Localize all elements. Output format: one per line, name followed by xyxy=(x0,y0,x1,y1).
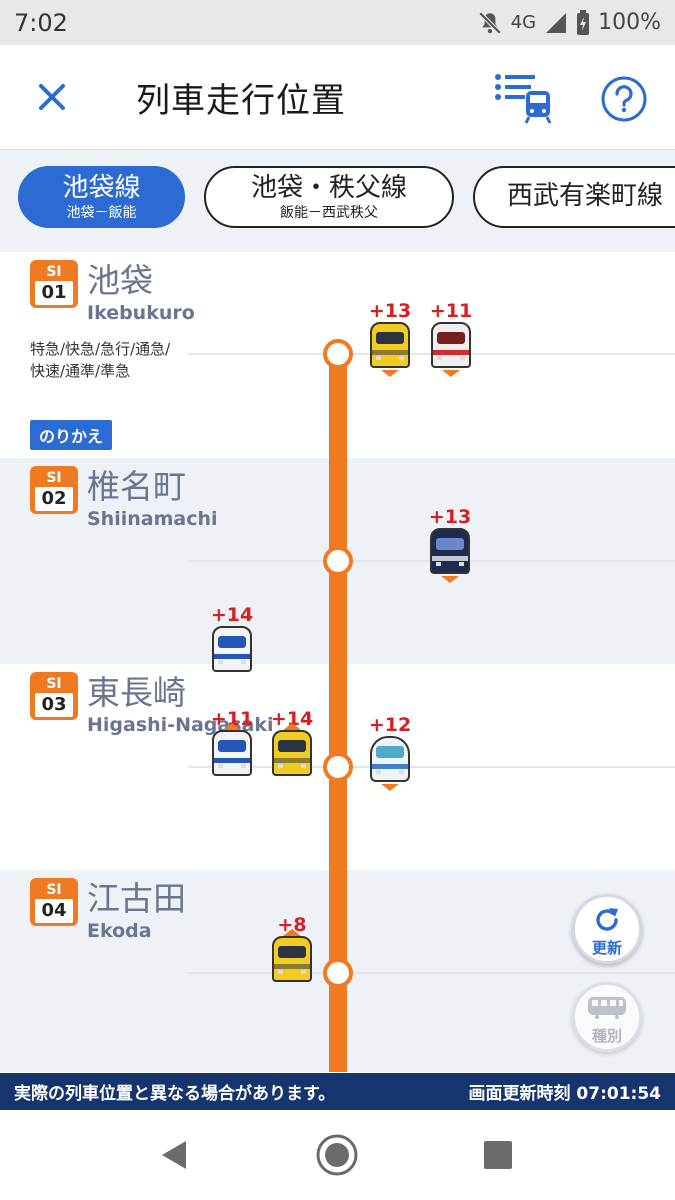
station-node xyxy=(323,546,353,576)
tab-sublabel: 飯能－西武秩父 xyxy=(280,205,378,221)
tab-label: 西武有楽町線 xyxy=(507,181,664,211)
bell-off-icon xyxy=(478,11,501,34)
status-bar: 7:02 4G 100% xyxy=(0,0,675,45)
delay-label: +14 xyxy=(210,604,254,626)
train-marker[interactable]: +8 xyxy=(270,914,314,994)
status-time: 7:02 xyxy=(14,8,68,37)
train-icon xyxy=(272,936,312,982)
battery-icon xyxy=(577,9,590,35)
train-marker[interactable]: +13 xyxy=(368,300,412,380)
train-icon xyxy=(370,322,410,368)
tab-sublabel: 池袋－飯能 xyxy=(66,205,137,221)
refresh-button[interactable]: 更新 xyxy=(572,894,642,964)
station-node xyxy=(323,752,353,782)
station-number-badge: SI 02 xyxy=(30,466,78,514)
line-code: SI xyxy=(46,882,62,898)
update-timestamp: 画面更新時刻 07:01:54 xyxy=(468,1084,662,1104)
line-code: SI xyxy=(46,264,62,280)
station-number: 02 xyxy=(35,487,73,511)
train-icon xyxy=(431,322,471,368)
network-type: 4G xyxy=(510,12,537,33)
line-tabs: 池袋線 池袋－飯能 池袋・秩父線 飯能－西武秩父 西武有楽町線 xyxy=(0,150,675,242)
direction-arrow-icon xyxy=(381,370,399,377)
signal-icon xyxy=(546,12,567,33)
station-number-badge: SI 04 xyxy=(30,878,78,926)
delay-label: +12 xyxy=(368,714,412,736)
station-number: 01 xyxy=(35,281,73,305)
train-marker[interactable]: +13 xyxy=(428,506,472,586)
train-icon xyxy=(212,730,252,776)
help-icon[interactable] xyxy=(600,75,648,123)
track-line xyxy=(188,972,675,974)
delay-label: +13 xyxy=(428,506,472,528)
station-name: 東長崎 xyxy=(87,673,186,712)
train-marker[interactable]: +11 xyxy=(210,708,254,788)
line-code: SI xyxy=(46,470,62,486)
tab-yurakucho-line[interactable]: 西武有楽町線 xyxy=(473,166,675,228)
station-name-en: Ekoda xyxy=(87,920,152,942)
train-list-icon[interactable] xyxy=(494,71,554,125)
direction-arrow-icon xyxy=(442,370,460,377)
line-code: SI xyxy=(46,676,62,692)
transfer-badge[interactable]: のりかえ xyxy=(30,420,113,450)
direction-arrow-icon xyxy=(223,723,241,730)
train-icon xyxy=(370,736,410,782)
direction-arrow-icon xyxy=(441,576,459,583)
app-header: 列車走行位置 xyxy=(0,45,675,150)
train-icon xyxy=(272,730,312,776)
train-type-button[interactable]: 種別 xyxy=(572,982,642,1052)
status-icons: 4G 100% xyxy=(477,9,661,36)
station-number-badge: SI 03 xyxy=(30,672,78,720)
system-nav-bar xyxy=(0,1110,675,1200)
station-number-badge: SI 01 xyxy=(30,260,78,308)
close-icon[interactable] xyxy=(30,75,74,119)
direction-arrow-icon xyxy=(283,723,301,730)
refresh-icon xyxy=(596,908,618,931)
tab-label: 池袋・秩父線 xyxy=(250,173,407,203)
train-icon xyxy=(430,528,470,574)
train-marker[interactable]: +14 xyxy=(210,604,254,684)
home-icon[interactable] xyxy=(315,1133,359,1177)
train-type-icon xyxy=(588,997,626,1019)
train-marker[interactable]: +14 xyxy=(270,708,314,788)
recents-icon[interactable] xyxy=(482,1139,514,1171)
station-name-en: Ikebukuro xyxy=(87,302,195,324)
direction-arrow-icon xyxy=(381,784,399,791)
station-node xyxy=(323,339,353,369)
train-type-label: 種別 xyxy=(591,1027,622,1045)
delay-label: +11 xyxy=(429,300,473,322)
tab-ikebukuro-line[interactable]: 池袋線 池袋－飯能 xyxy=(18,166,185,228)
train-marker[interactable]: +12 xyxy=(368,714,412,794)
disclaimer-text: 実際の列車位置と異なる場合があります。 xyxy=(14,1084,336,1104)
tab-label: 池袋線 xyxy=(62,173,141,203)
station-number: 03 xyxy=(35,693,73,717)
refresh-label: 更新 xyxy=(591,939,622,957)
station-name: 池袋 xyxy=(87,261,153,300)
train-icon xyxy=(212,626,252,672)
train-marker[interactable]: +11 xyxy=(429,300,473,380)
train-position-map[interactable]: SI 01 池袋 Ikebukuro 特急/快急/急行/通急/快速/通準/準急 … xyxy=(0,242,675,1072)
station-name: 椎名町 xyxy=(87,467,186,506)
station-name-en: Shiinamachi xyxy=(87,508,218,530)
back-icon[interactable] xyxy=(156,1137,192,1173)
band-top xyxy=(0,242,675,252)
track-line xyxy=(188,766,675,768)
tab-ikebukuro-chichibu-line[interactable]: 池袋・秩父線 飯能－西武秩父 xyxy=(204,166,454,228)
notice-bar: 実際の列車位置と異なる場合があります。 画面更新時刻 07:01:54 xyxy=(0,1073,675,1110)
direction-arrow-icon xyxy=(283,929,301,936)
station-name: 江古田 xyxy=(87,879,186,918)
stopping-train-types: 特急/快急/急行/通急/快速/通準/準急 xyxy=(30,340,171,380)
station-number: 04 xyxy=(35,899,73,923)
page-title: 列車走行位置 xyxy=(136,81,346,121)
battery-level: 100% xyxy=(598,10,661,35)
station-node xyxy=(323,958,353,988)
